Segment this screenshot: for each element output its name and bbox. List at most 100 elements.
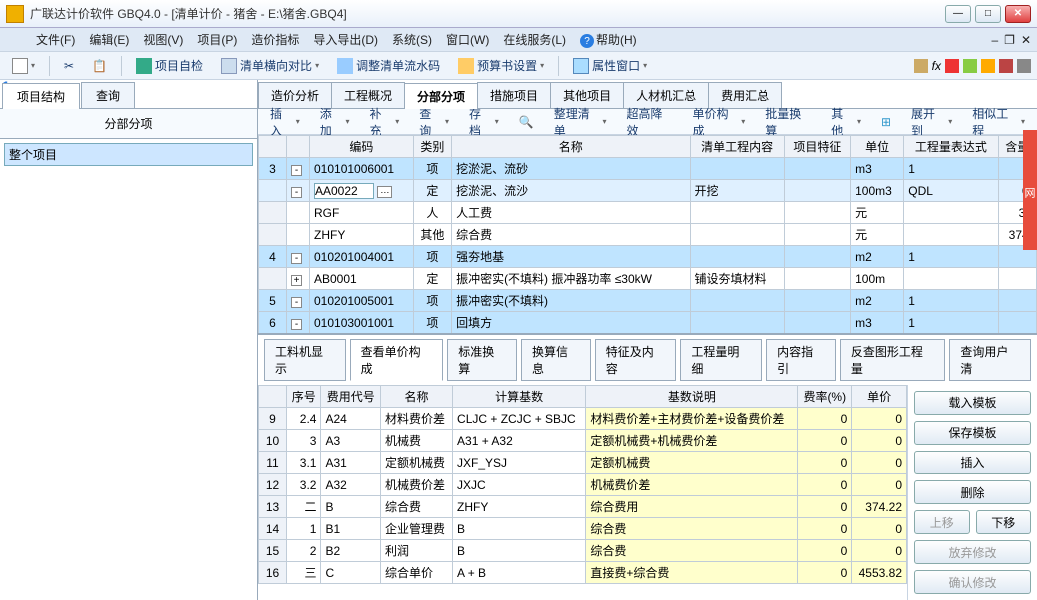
table-row[interactable]: 152B2利润B综合费00 bbox=[259, 540, 907, 562]
tb-unitprice[interactable]: 单价构成 ▾ bbox=[686, 111, 751, 133]
budget-button[interactable]: 预算书设置▾ bbox=[452, 55, 550, 77]
tb-binoculars-icon[interactable]: 🔍 bbox=[513, 111, 540, 133]
tab-query[interactable]: 查询 bbox=[81, 82, 135, 108]
tb-tree-icon[interactable]: ⊞ bbox=[875, 111, 897, 133]
table-row[interactable]: 4-010201004001项强夯地基m21 bbox=[259, 246, 1037, 268]
table-row[interactable]: 3-010101006001项挖淤泥、流砂m31 bbox=[259, 158, 1037, 180]
menu-window[interactable]: 窗口(W) bbox=[446, 31, 489, 48]
minimize-button[interactable]: — bbox=[945, 5, 971, 23]
bottom-tab-6[interactable]: 内容指引 bbox=[766, 339, 836, 381]
maximize-button[interactable]: □ bbox=[975, 5, 1001, 23]
tb-batch[interactable]: 批量换算 bbox=[759, 111, 817, 133]
app-logo-icon bbox=[6, 5, 24, 23]
tb-query[interactable]: 查询 ▾ bbox=[413, 111, 455, 133]
table-row[interactable]: 123.2A32机械费价差JXJC机械费价差00 bbox=[259, 474, 907, 496]
table-row[interactable]: 16三C综合单价A + B直接费+综合费04553.82 bbox=[259, 562, 907, 584]
bottom-tab-4[interactable]: 特征及内容 bbox=[595, 339, 677, 381]
tb-other[interactable]: 其他 ▾ bbox=[825, 111, 867, 133]
copy-button[interactable]: 📋 bbox=[86, 55, 113, 77]
tool-icon-5[interactable] bbox=[999, 59, 1013, 73]
bottom-tab-8[interactable]: 查询用户清 bbox=[949, 339, 1031, 381]
tb-archive[interactable]: 存档 ▾ bbox=[463, 111, 505, 133]
adjust-button[interactable]: 调整清单流水码 bbox=[331, 55, 446, 77]
expand-icon[interactable]: + bbox=[291, 275, 302, 286]
table-row[interactable]: 13二B综合费ZHFY综合费用0374.22 bbox=[259, 496, 907, 518]
tree-root-item[interactable]: 整个项目 bbox=[4, 143, 253, 166]
btn-load-template[interactable]: 载入模板 bbox=[914, 391, 1031, 415]
selfcheck-button[interactable]: 项目自检 bbox=[130, 55, 209, 77]
menu-file[interactable]: 文件(F) bbox=[36, 31, 75, 48]
expand-icon[interactable]: - bbox=[291, 319, 302, 330]
expand-icon[interactable]: - bbox=[291, 187, 302, 198]
expand-icon[interactable]: - bbox=[291, 297, 302, 308]
btn-move-down[interactable]: 下移 bbox=[976, 510, 1032, 534]
btn-confirm[interactable]: 确认修改 bbox=[914, 570, 1031, 594]
bottom-tab-2[interactable]: 标准换算 bbox=[447, 339, 517, 381]
table-row[interactable]: 92.4A24材料费价差CLJC + ZCJC + SBJC材料费价差+主材费价… bbox=[259, 408, 907, 430]
btn-discard[interactable]: 放弃修改 bbox=[914, 540, 1031, 564]
tool-icon-3[interactable] bbox=[963, 59, 977, 73]
btn-save-template[interactable]: 保存模板 bbox=[914, 421, 1031, 445]
inner-minimize[interactable]: – bbox=[991, 33, 998, 47]
tab-project-structure[interactable]: 项目结构 bbox=[2, 83, 80, 109]
tb-overheight[interactable]: 超高降效 bbox=[620, 111, 678, 133]
main-grid[interactable]: 编码类别名称清单工程内容项目特征单位工程量表达式含量3-010101006001… bbox=[258, 135, 1037, 335]
menu-online[interactable]: 在线服务(L) bbox=[503, 31, 566, 48]
table-row[interactable]: 141B1企业管理费B综合费00 bbox=[259, 518, 907, 540]
table-row[interactable]: 103A3机械费A31 + A32定额机械费+机械费价差00 bbox=[259, 430, 907, 452]
table-row[interactable]: 6-010103001001项回填方m31 bbox=[259, 312, 1037, 334]
btn-insert[interactable]: 插入 bbox=[914, 451, 1031, 475]
bottom-tab-1[interactable]: 查看单价构成 bbox=[350, 339, 444, 381]
table-row[interactable]: - ⋯定挖淤泥、流沙开挖100m3QDL0. bbox=[259, 180, 1037, 202]
inner-restore[interactable]: ❐ bbox=[1004, 33, 1015, 47]
code-input[interactable] bbox=[314, 183, 374, 199]
menu-project[interactable]: 项目(P) bbox=[197, 31, 237, 48]
new-button[interactable]: ▾ bbox=[6, 55, 41, 77]
doc-icon bbox=[221, 58, 237, 74]
grid-icon bbox=[136, 58, 152, 74]
btn-move-up[interactable]: 上移 bbox=[914, 510, 970, 534]
subtab-2[interactable]: 分部分项 bbox=[404, 83, 478, 109]
tool-icon-4[interactable] bbox=[981, 59, 995, 73]
window-title: 广联达计价软件 GBQ4.0 - [清单计价 - 猪舍 - E:\猪舍.GBQ4… bbox=[30, 5, 945, 22]
table-row[interactable]: 5-010201005001项振冲密实(不填料)m21 bbox=[259, 290, 1037, 312]
table-row[interactable]: +AB0001定振冲密实(不填料) 振冲器功率 ≤30kW铺设夯填材料100m bbox=[259, 268, 1037, 290]
tool-icon-2[interactable] bbox=[945, 59, 959, 73]
table-row[interactable]: 113.1A31定额机械费JXF_YSJ定额机械费00 bbox=[259, 452, 907, 474]
menu-help[interactable]: ?帮助(H) bbox=[580, 31, 637, 49]
left-header: 分部分项 bbox=[0, 109, 257, 139]
property-window-button[interactable]: 属性窗口▾ bbox=[567, 55, 653, 77]
bottom-grid[interactable]: 序号费用代号名称计算基数基数说明费率(%)单价92.4A24材料费价差CLJC … bbox=[258, 385, 907, 584]
tb-supplement[interactable]: 补充 ▾ bbox=[364, 111, 406, 133]
tool-icon-fx[interactable]: fx bbox=[932, 59, 941, 73]
bottom-tab-0[interactable]: 工料机显示 bbox=[264, 339, 346, 381]
tool-icon-1[interactable] bbox=[914, 59, 928, 73]
expand-icon[interactable]: - bbox=[291, 253, 302, 264]
bottom-tab-3[interactable]: 换算信息 bbox=[521, 339, 591, 381]
ellipsis-button[interactable]: ⋯ bbox=[377, 186, 392, 198]
btn-delete[interactable]: 删除 bbox=[914, 480, 1031, 504]
left-panel: 项目结构 查询 分部分项 整个项目 bbox=[0, 80, 258, 600]
menu-view[interactable]: 视图(V) bbox=[143, 31, 183, 48]
right-edge-tab[interactable]: 网 bbox=[1023, 130, 1037, 250]
expand-icon[interactable]: - bbox=[291, 165, 302, 176]
tb-expand[interactable]: 展开到 ▾ bbox=[905, 111, 958, 133]
inner-close[interactable]: ✕ bbox=[1021, 33, 1031, 47]
table-row[interactable]: ZHFY其他综合费元374. bbox=[259, 224, 1037, 246]
tb-insert[interactable]: 插入 ▾ bbox=[264, 111, 306, 133]
menu-edit[interactable]: 编辑(E) bbox=[89, 31, 129, 48]
menu-system[interactable]: 系统(S) bbox=[392, 31, 432, 48]
tb-arrange[interactable]: 整理清单 ▾ bbox=[548, 111, 613, 133]
side-buttons: 载入模板 保存模板 插入 删除 上移 下移 放弃修改 确认修改 bbox=[907, 385, 1037, 600]
compare-button[interactable]: 清单横向对比▾ bbox=[215, 55, 325, 77]
bottom-tab-7[interactable]: 反查图形工程量 bbox=[840, 339, 946, 381]
cut-button[interactable]: ✂ bbox=[58, 55, 80, 77]
bottom-tab-5[interactable]: 工程量明细 bbox=[680, 339, 762, 381]
close-button[interactable]: ✕ bbox=[1005, 5, 1031, 23]
tb-similar[interactable]: 相似工程 ▾ bbox=[966, 111, 1031, 133]
menu-import-export[interactable]: 导入导出(D) bbox=[313, 31, 378, 48]
tb-add[interactable]: 添加 ▾ bbox=[314, 111, 356, 133]
table-row[interactable]: RGF人人工费元32 bbox=[259, 202, 1037, 224]
menu-cost-index[interactable]: 造价指标 bbox=[251, 31, 299, 48]
tool-icon-6[interactable] bbox=[1017, 59, 1031, 73]
